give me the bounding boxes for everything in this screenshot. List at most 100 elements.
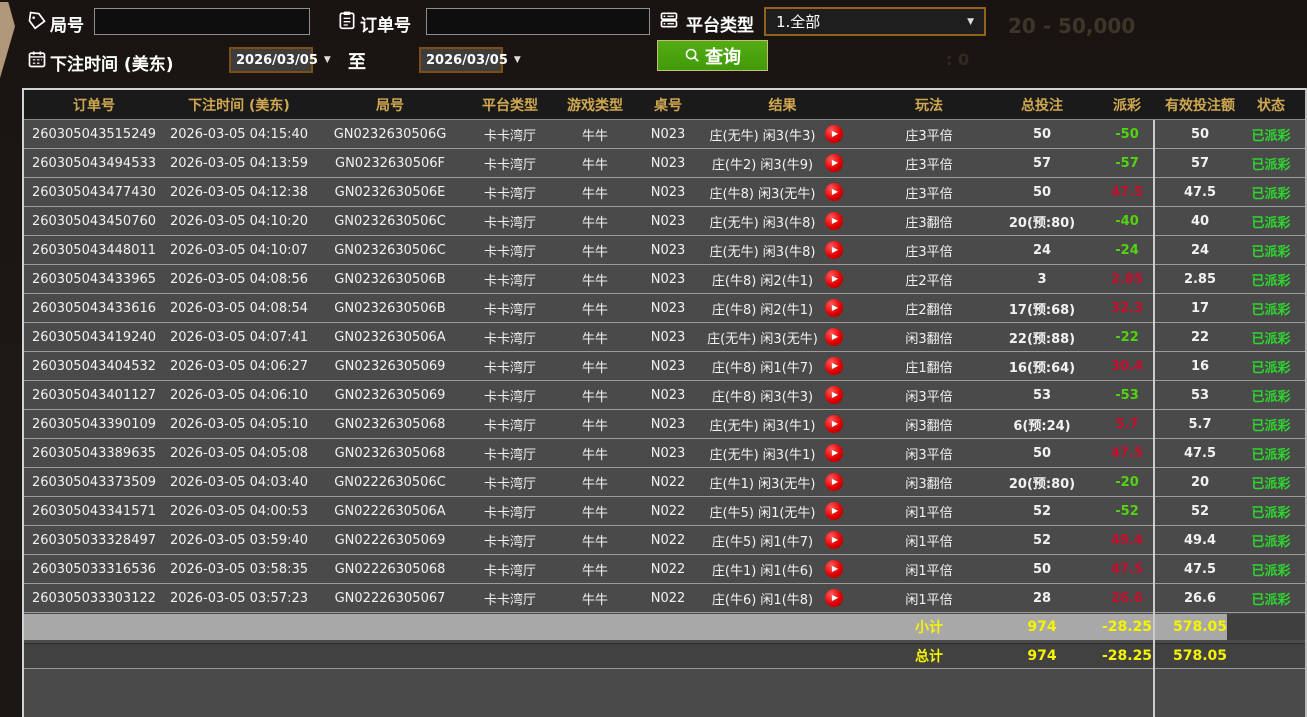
replay-video-icon[interactable]: ▶ (825, 560, 843, 578)
replay-video-icon[interactable]: ▶ (825, 473, 843, 491)
cell-game-type: 牛牛 (554, 265, 636, 293)
cell-total-bet: 17(预:68) (993, 294, 1091, 322)
cell-table-no: N022 (636, 468, 700, 496)
replay-video-icon[interactable]: ▶ (825, 299, 843, 317)
cell-round-id: GN0232630506E (314, 178, 466, 206)
replay-video-icon[interactable]: ▶ (825, 125, 843, 143)
cell-play-type: 闲1平倍 (865, 497, 993, 525)
replay-video-icon[interactable]: ▶ (825, 386, 843, 404)
clipboard-icon (336, 9, 358, 31)
background-zero-hint: : 0 (946, 50, 969, 69)
replay-video-icon[interactable]: ▶ (825, 531, 843, 549)
cell-round-id: GN02226305069 (314, 526, 466, 554)
date-from-picker[interactable]: 2026/03/05 ▼ (229, 47, 313, 73)
round-id-input[interactable] (94, 8, 310, 35)
platform-type-select[interactable]: 1.全部 ▼ (764, 7, 986, 36)
cell-result: 庄(牛8) 闲2(牛1)▶ (700, 294, 865, 322)
platform-type-label: 平台类型 (686, 11, 754, 36)
cell-result: 庄(牛8) 闲3(无牛)▶ (700, 178, 865, 206)
table-row: 2603050434945332026-03-05 04:13:59GN0232… (24, 149, 1305, 178)
cell-result: 庄(无牛) 闲3(无牛)▶ (700, 323, 865, 351)
cell-total-bet: 50 (993, 178, 1091, 206)
cell-status: 已派彩 (1237, 468, 1305, 496)
cell-status: 已派彩 (1237, 323, 1305, 351)
cell-result: 庄(牛5) 闲1(无牛)▶ (700, 497, 865, 525)
cell-total-bet: 28 (993, 584, 1091, 612)
cell-order-id: 260305033316536 (24, 555, 164, 583)
replay-video-icon[interactable]: ▶ (825, 154, 843, 172)
order-id-input[interactable] (426, 8, 650, 35)
column-header: 下注时间 (美东) (164, 90, 314, 119)
cell-round-id: GN02326305068 (314, 410, 466, 438)
table-row: 2603050434011272026-03-05 04:06:10GN0232… (24, 381, 1305, 410)
panel-collapse-arrow[interactable] (0, 2, 15, 78)
cell-total-bet: 20(预:80) (993, 207, 1091, 235)
cell-bet-time: 2026-03-05 04:10:07 (164, 236, 314, 264)
cell-status: 已派彩 (1237, 236, 1305, 264)
column-header: 总投注 (993, 90, 1091, 119)
cell-total-bet: 24 (993, 236, 1091, 264)
cell-table-no: N023 (636, 323, 700, 351)
cell-table-no: N022 (636, 555, 700, 583)
cell-game-type: 牛牛 (554, 294, 636, 322)
result-text: 庄(无牛) 闲3(牛3) (700, 125, 825, 144)
table-header: 订单号下注时间 (美东)局号平台类型游戏类型桌号结果玩法总投注派彩有效投注额状态 (24, 90, 1305, 120)
cell-valid-bet: 16 (1163, 352, 1237, 380)
cell-round-id: GN0232630506B (314, 294, 466, 322)
replay-video-icon[interactable]: ▶ (825, 212, 843, 230)
cell-round-id: GN0222630506C (314, 468, 466, 496)
cell-play-type: 庄1翻倍 (865, 352, 993, 380)
cell-game-type: 牛牛 (554, 120, 636, 148)
cell-status: 已派彩 (1237, 584, 1305, 612)
cell-valid-bet: 57 (1163, 149, 1237, 177)
column-header: 有效投注额 (1163, 90, 1237, 119)
cell-valid-bet: 26.6 (1163, 584, 1237, 612)
date-to-picker[interactable]: 2026/03/05 ▼ (419, 47, 503, 73)
cell-game-type: 牛牛 (554, 526, 636, 554)
calendar-icon (26, 48, 48, 70)
replay-video-icon[interactable]: ▶ (825, 444, 843, 462)
cell-total-bet: 57 (993, 149, 1091, 177)
cell-valid-bet: 47.5 (1163, 555, 1237, 583)
cell-platform: 卡卡湾厅 (466, 497, 554, 525)
table-row: 2603050434045322026-03-05 04:06:27GN0232… (24, 352, 1305, 381)
replay-video-icon[interactable]: ▶ (825, 270, 843, 288)
replay-video-icon[interactable]: ▶ (825, 589, 843, 607)
table-row: 2603050433896352026-03-05 04:05:08GN0232… (24, 439, 1305, 468)
subtotal-valid-bet: 578.05 (1163, 614, 1237, 640)
chevron-down-icon: ▼ (324, 55, 331, 65)
replay-video-icon[interactable]: ▶ (825, 328, 843, 346)
cell-bet-time: 2026-03-05 04:00:53 (164, 497, 314, 525)
cell-play-type: 闲1平倍 (865, 555, 993, 583)
search-button[interactable]: 查询 (657, 40, 768, 71)
cell-result: 庄(牛1) 闲3(无牛)▶ (700, 468, 865, 496)
replay-video-icon[interactable]: ▶ (825, 502, 843, 520)
cell-result: 庄(无牛) 闲3(牛8)▶ (700, 207, 865, 235)
cell-order-id: 260305043389635 (24, 439, 164, 467)
result-text: 庄(无牛) 闲3(牛1) (700, 415, 825, 434)
cell-total-bet: 52 (993, 526, 1091, 554)
cell-play-type: 庄3平倍 (865, 178, 993, 206)
platform-type-value: 1.全部 (776, 11, 820, 32)
replay-video-icon[interactable]: ▶ (825, 357, 843, 375)
replay-video-icon[interactable]: ▶ (825, 241, 843, 259)
replay-video-icon[interactable]: ▶ (825, 415, 843, 433)
cell-valid-bet: 2.85 (1163, 265, 1237, 293)
cell-total-bet: 3 (993, 265, 1091, 293)
cell-bet-time: 2026-03-05 04:05:08 (164, 439, 314, 467)
cell-order-id: 260305033303122 (24, 584, 164, 612)
bet-time-label: 下注时间 (美东) (50, 50, 173, 75)
cell-game-type: 牛牛 (554, 352, 636, 380)
cell-order-id: 260305043433616 (24, 294, 164, 322)
cell-platform: 卡卡湾厅 (466, 468, 554, 496)
table-row: 2603050435152492026-03-05 04:15:40GN0232… (24, 120, 1305, 149)
table-row: 2603050333031222026-03-05 03:57:23GN0222… (24, 584, 1305, 613)
cell-play-type: 庄3翻倍 (865, 207, 993, 235)
cell-platform: 卡卡湾厅 (466, 178, 554, 206)
cell-valid-bet: 49.4 (1163, 526, 1237, 554)
cell-round-id: GN0232630506F (314, 149, 466, 177)
replay-video-icon[interactable]: ▶ (825, 183, 843, 201)
cell-round-id: GN02326305069 (314, 352, 466, 380)
cell-valid-bet: 22 (1163, 323, 1237, 351)
cell-status: 已派彩 (1237, 265, 1305, 293)
